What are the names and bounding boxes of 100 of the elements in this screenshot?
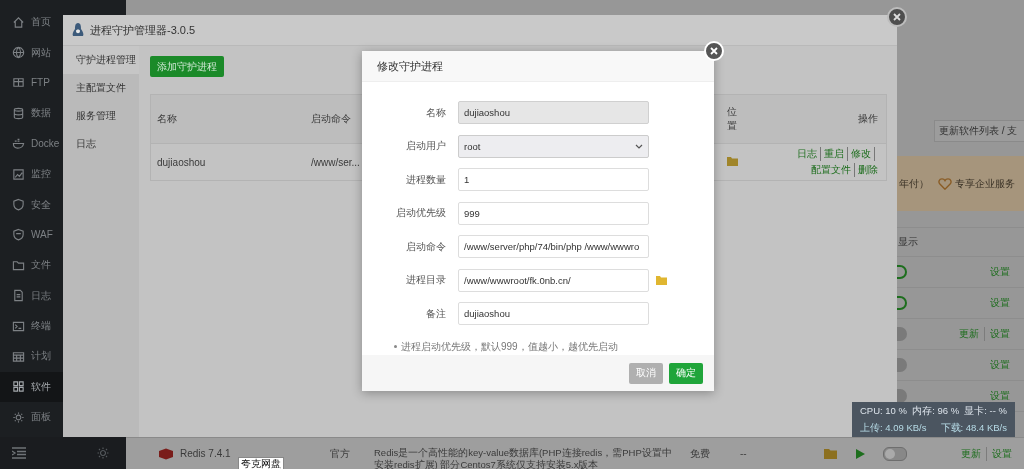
home-icon — [12, 15, 25, 29]
download-speed: 下载: 48.4 KB/s — [940, 421, 1007, 435]
folder-icon[interactable] — [656, 275, 668, 285]
document-icon — [12, 289, 25, 303]
sidebar-item[interactable]: 监控 — [0, 158, 63, 190]
action-link[interactable]: 设置 — [990, 265, 1010, 279]
chevron-down-icon — [635, 143, 643, 149]
sidebar-item[interactable]: FTP — [0, 67, 63, 99]
gpu-usage: 显卡: -- % — [964, 404, 1007, 418]
input-field[interactable]: /www/wwwroot/fk.0nb.cn/ — [458, 268, 649, 292]
input-field[interactable]: 999 — [458, 201, 649, 225]
input-field[interactable]: dujiaoshou — [458, 302, 649, 326]
heart-icon — [938, 177, 952, 190]
field-label: 名称 — [425, 105, 446, 120]
sidebar-item[interactable]: WAF — [0, 219, 63, 251]
folder-icon[interactable] — [824, 448, 838, 459]
field-label: 进程数量 — [405, 172, 446, 187]
menu-item[interactable]: 服务管理 — [63, 102, 139, 130]
column-header: 操作 — [858, 112, 878, 126]
close-icon — [893, 13, 901, 21]
play-icon[interactable] — [856, 448, 865, 459]
hint-text: 进程启动优先级，默认999，值越小，越优先启动 — [401, 339, 618, 354]
sidebar-item[interactable]: 安全 — [0, 189, 63, 220]
bullet-icon — [394, 345, 397, 348]
field-label: 备注 — [425, 306, 446, 321]
sidebar-item[interactable]: 网站 — [0, 37, 63, 68]
input-field[interactable]: /www/server/php/74/bin/php /www/wwwro — [458, 235, 649, 259]
toggle-switch[interactable] — [883, 446, 907, 461]
memory-usage: 内存: 96 % — [912, 404, 960, 418]
action-link[interactable]: 设置 — [984, 327, 1010, 341]
table-cell: /www/ser... — [311, 156, 360, 168]
action-link[interactable]: 删除 — [858, 163, 878, 177]
sidebar-item[interactable]: 首页 — [0, 7, 63, 38]
field-label: 进程目录 — [405, 273, 446, 288]
folder-icon[interactable] — [727, 156, 739, 166]
upload-speed: 上传: 4.09 KB/s — [860, 421, 927, 435]
select-field[interactable]: root — [458, 134, 649, 158]
action-link[interactable]: 配置文件 — [811, 163, 855, 177]
calendar-icon — [12, 350, 25, 363]
sidebar-item[interactable]: 文件 — [0, 250, 63, 281]
action-link[interactable]: 更新 — [959, 327, 979, 341]
sidebar-item[interactable]: 数据 — [0, 98, 63, 129]
field-label: 启动优先级 — [395, 206, 446, 221]
grid-icon — [12, 380, 25, 394]
cube-icon — [158, 447, 174, 460]
folder-icon — [12, 258, 25, 272]
menu-item[interactable]: 主配置文件 — [63, 74, 139, 102]
sidebar-item[interactable]: 软件 — [0, 371, 63, 403]
close-icon — [710, 47, 718, 55]
action-link[interactable]: 设置 — [986, 446, 1012, 461]
column-header: 启动命令 — [311, 113, 351, 124]
menu-collapse-icon[interactable] — [12, 447, 26, 459]
window-title: 进程守护管理器-3.0.5 — [90, 22, 196, 38]
sidebar-item[interactable]: 计划 — [0, 341, 63, 372]
toggle-switch[interactable] — [897, 327, 907, 341]
action-link[interactable]: 日志 — [797, 147, 821, 161]
confirm-button[interactable]: 确定 — [669, 362, 703, 384]
source-text: 官方 — [330, 446, 351, 461]
sidebar-item[interactable]: 日志 — [0, 280, 63, 311]
settings-icon — [12, 410, 25, 424]
action-link[interactable]: 设置 — [990, 389, 1010, 403]
database-icon — [12, 106, 25, 120]
server-icon — [12, 76, 25, 90]
action-link[interactable]: 设置 — [990, 296, 1010, 310]
column-header: 名称 — [157, 113, 177, 124]
menu-item[interactable]: 守护进程管理 — [63, 46, 139, 74]
action-link[interactable]: 更新 — [961, 446, 981, 461]
column-header: 显示 — [898, 235, 918, 249]
sidebar-item[interactable]: Docke — [0, 128, 63, 159]
field-label: 启动用户 — [405, 139, 446, 154]
update-list-button[interactable]: 更新软件列表 / 支 — [934, 120, 1024, 142]
whale-icon — [12, 137, 25, 151]
software-name: Redis 7.4.1 — [180, 448, 232, 459]
action-link[interactable]: 修改 — [851, 147, 875, 161]
terminal-icon — [12, 319, 25, 333]
action-link[interactable]: 重启 — [824, 147, 848, 161]
input-field[interactable]: 1 — [458, 168, 649, 192]
field-label: 启动命令 — [405, 239, 446, 254]
action-link[interactable]: 设置 — [990, 358, 1010, 372]
chart-icon — [12, 167, 25, 181]
column-header: 位置 — [727, 105, 738, 133]
globe-icon — [12, 46, 25, 60]
menu-item[interactable]: 日志 — [63, 130, 139, 158]
shield-icon — [12, 228, 25, 242]
table-cell: dujiaoshou — [157, 156, 206, 168]
cpu-usage: CPU: 10 % — [860, 404, 907, 418]
expiry-text: -- — [740, 448, 748, 459]
toggle-switch[interactable] — [897, 358, 907, 372]
toggle-switch[interactable] — [897, 389, 907, 403]
sidebar-item[interactable]: 终端 — [0, 310, 63, 342]
add-process-button[interactable]: 添加守护进程 — [150, 56, 224, 77]
dialog-title: 修改守护进程 — [377, 58, 443, 74]
penguin-icon — [71, 22, 85, 38]
banner-text: 专享企业服务 — [955, 176, 1015, 191]
sidebar-item[interactable]: 面板 — [0, 402, 63, 433]
tooltip: 夸克网盘 — [238, 457, 284, 469]
settings-icon[interactable] — [96, 446, 110, 460]
price-text: 免费 — [690, 446, 711, 461]
banner-text: 年付） — [899, 176, 929, 191]
shield-icon — [12, 198, 25, 212]
